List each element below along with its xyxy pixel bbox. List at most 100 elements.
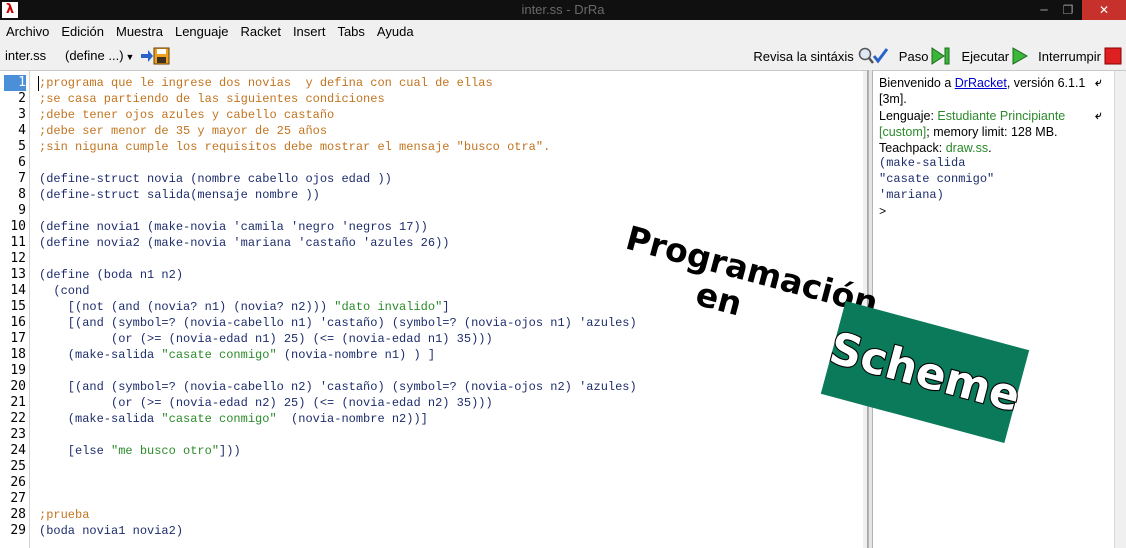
code-line[interactable]: (boda novia1 novia2) (39, 523, 183, 539)
play-icon (1012, 47, 1029, 65)
menu-tabs[interactable]: Tabs (337, 24, 364, 39)
magnifier-check-icon (858, 47, 888, 64)
line-number: 17 (10, 331, 26, 346)
output-line-1: (make-salida (879, 156, 966, 170)
check-syntax-label: Revisa la sintáxis (753, 48, 854, 64)
line-number: 16 (10, 315, 26, 330)
code-line[interactable]: [(and (symbol=? (novia-cabello n1) 'cast… (39, 315, 637, 331)
line-wrap-icon: ⤶ (1095, 75, 1102, 89)
line-number: 24 (10, 443, 26, 458)
code-line[interactable]: (or (>= (novia-edad n1) 25) (<= (novia-e… (39, 331, 493, 347)
build-text: [3m]. (879, 92, 907, 106)
menu-racket[interactable]: Racket (240, 24, 280, 39)
menu-archivo[interactable]: Archivo (6, 24, 49, 39)
menu-ayuda[interactable]: Ayuda (377, 24, 414, 39)
line-number: 4 (18, 123, 26, 138)
teachpack-line: Teachpack: draw.ss. (879, 140, 992, 156)
line-number: 25 (10, 459, 26, 474)
repl-scrollbar[interactable] (1114, 71, 1126, 548)
code-line[interactable]: (define-struct novia (nombre cabello ojo… (39, 171, 392, 187)
file-name-label: inter.ss (5, 48, 47, 63)
code-line[interactable]: ;prueba (39, 507, 89, 523)
code-line[interactable]: (cond (39, 283, 89, 299)
line-number: 1 (4, 75, 26, 91)
line-number: 3 (18, 107, 26, 122)
line-number: 29 (10, 523, 26, 538)
line-number: 10 (10, 219, 26, 234)
code-line[interactable]: (define-struct salida(mensaje nombre )) (39, 187, 320, 203)
stop-square-icon (1104, 47, 1122, 65)
text-cursor (38, 76, 39, 91)
close-button[interactable]: ✕ (1082, 0, 1126, 20)
line-number: 27 (10, 491, 26, 506)
stop-label: Interrumpir (1038, 48, 1101, 64)
minimize-button[interactable]: ─ (1032, 0, 1056, 20)
line-number: 14 (10, 283, 26, 298)
line-number: 2 (18, 91, 26, 106)
version-text: , versión 6.1.1 (1006, 76, 1086, 90)
run-label: Ejecutar (961, 48, 1010, 64)
toolbar-actions: Revisa la sintáxis Paso Ejecutar Interru… (743, 46, 1122, 66)
stop-button[interactable]: Interrumpir (1038, 47, 1122, 65)
line-number: 6 (18, 155, 26, 170)
step-button[interactable]: Paso (899, 47, 952, 65)
line-number: 19 (10, 363, 26, 378)
code-line[interactable]: ;debe tener ojos azules y cabello castañ… (39, 107, 334, 123)
memory-limit: ; memory limit: 128 MB. (926, 125, 1058, 139)
line-number: 28 (10, 507, 26, 522)
code-line[interactable]: (or (>= (novia-edad n2) 25) (<= (novia-e… (39, 395, 493, 411)
code-line[interactable]: (define novia2 (make-novia 'mariana 'cas… (39, 235, 449, 251)
menu-edicion[interactable]: Edición (61, 24, 104, 39)
drracket-window: λ inter.ss - DrRa ─ ❐ ✕ Archivo Edición … (0, 0, 1126, 548)
code-line[interactable]: [else "me busco otro"])) (39, 443, 241, 459)
language-custom: [custom] (879, 125, 927, 139)
welcome-line: Bienvenido a DrRacket, versión 6.1.1 (879, 75, 1085, 91)
line-number: 18 (10, 347, 26, 362)
title-bar[interactable]: λ inter.ss - DrRa ─ ❐ ✕ (0, 0, 1126, 20)
maximize-button[interactable]: ❐ (1056, 0, 1080, 20)
file-name-button[interactable]: inter.ss (5, 48, 46, 63)
run-button[interactable]: Ejecutar (961, 47, 1029, 65)
check-syntax-button[interactable]: Revisa la sintáxis (753, 47, 888, 65)
line-number: 12 (10, 251, 26, 266)
language-line: Lenguaje: Estudiante Principiante (879, 108, 1065, 124)
code-line[interactable]: ;programa que le ingrese dos novias y de… (39, 75, 493, 91)
floppy-disk-icon (153, 47, 170, 65)
line-number: 9 (18, 203, 26, 218)
welcome-prefix: Bienvenido a (879, 76, 955, 90)
code-line[interactable]: (make-salida "casate conmigo" (novia-nom… (39, 347, 435, 363)
line-wrap-icon: ⤶ (1095, 108, 1102, 122)
menu-lenguaje[interactable]: Lenguaje (175, 24, 229, 39)
programacion-en-scheme-logo: Programación en Scheme (622, 218, 1030, 443)
line-number: 23 (10, 427, 26, 442)
menu-insert[interactable]: Insert (293, 24, 326, 39)
step-label: Paso (898, 48, 929, 64)
code-line[interactable]: (define novia1 (make-novia 'camila 'negr… (39, 219, 428, 235)
line-number-gutter: 1 2 3 4 5 6 7 8 9 10 11 12 13 14 15 16 17 18 19 20 21 22 23 24 2… (0, 71, 30, 548)
code-line[interactable]: (define (boda n1 n2) (39, 267, 183, 283)
line-number: 5 (18, 139, 26, 154)
caret-down-icon: ▼ (125, 52, 135, 62)
code-line[interactable]: ;se casa partiendo de las siguientes con… (39, 91, 385, 107)
window-title: inter.ss - DrRa (521, 2, 605, 17)
toolbar: inter.ss (define ...) ▼ Revisa la sintáxi… (0, 42, 1126, 70)
menu-bar: Archivo Edición Muestra Lenguaje Racket … (0, 20, 1126, 42)
define-menu-label: (define ...) (65, 48, 124, 63)
drracket-link[interactable]: DrRacket (955, 76, 1007, 90)
code-line[interactable]: ;debe ser menor de 35 y mayor de 25 años (39, 123, 327, 139)
code-line[interactable]: [(not (and (novia? n1) (novia? n2))) "da… (39, 299, 450, 315)
logo-text-programacion: Programación (622, 218, 882, 323)
define-menu-button[interactable]: (define ...) ▼ (65, 48, 134, 63)
teachpack-suffix: . (988, 141, 992, 155)
save-button[interactable] (140, 47, 170, 65)
line-number: 22 (10, 411, 26, 426)
code-line[interactable]: ;sin niguna cumple los requisitos debe m… (39, 139, 550, 155)
output-line-3: 'mariana) (879, 188, 944, 202)
language-prefix: Lenguaje: (879, 109, 938, 123)
line-number: 11 (10, 235, 26, 250)
code-line[interactable]: (make-salida "casate conmigo" (novia-nom… (39, 411, 428, 427)
line-number: 21 (10, 395, 26, 410)
code-line[interactable]: [(and (symbol=? (novia-cabello n2) 'cast… (39, 379, 637, 395)
language-name: Estudiante Principiante (937, 109, 1066, 123)
menu-muestra[interactable]: Muestra (116, 24, 163, 39)
